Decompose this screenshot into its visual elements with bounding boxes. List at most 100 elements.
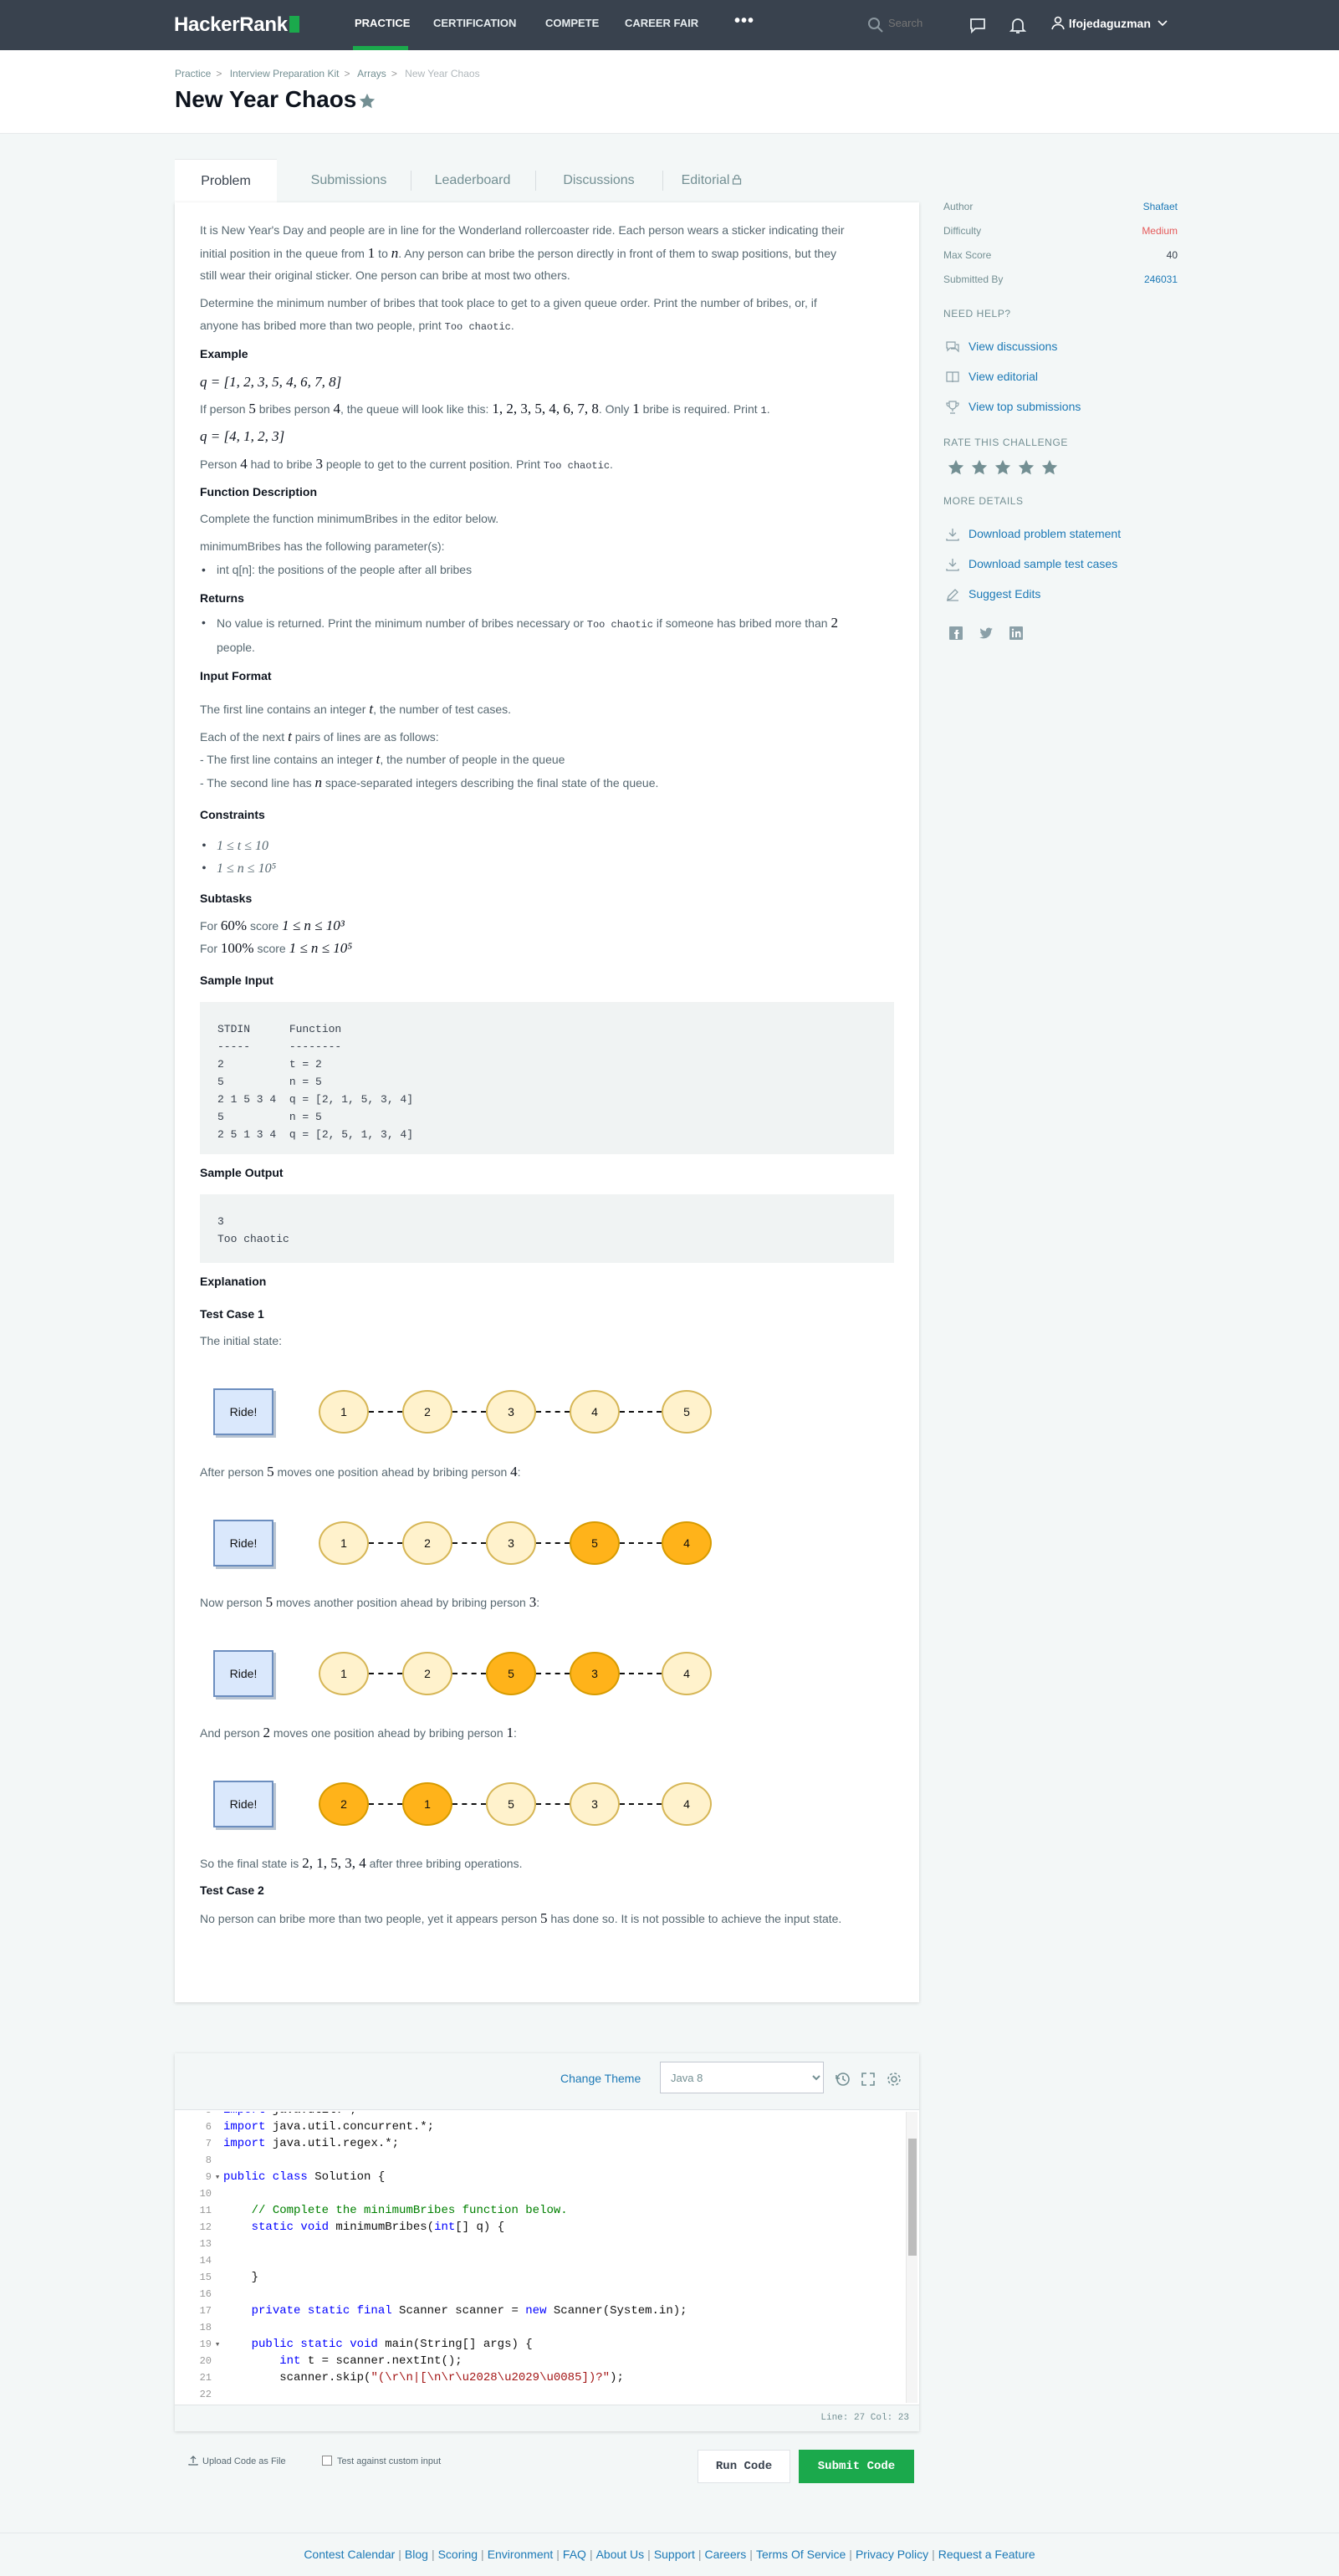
rating-star-icon[interactable]	[994, 458, 1012, 477]
footer-link[interactable]: About Us	[596, 2548, 645, 2561]
code-line[interactable]: 22	[175, 2386, 911, 2403]
upload-code-button[interactable]: Upload Code as File	[188, 2456, 286, 2466]
text: space-separated integers describing the …	[322, 776, 659, 790]
footer-link[interactable]: Environment	[488, 2548, 554, 2561]
facebook-icon[interactable]	[948, 626, 963, 641]
footer-link[interactable]: Blog	[405, 2548, 428, 2561]
notifications-bell-icon[interactable]	[1008, 15, 1028, 35]
fd-line-1: Complete the function minimumBribes in t…	[200, 512, 499, 525]
view-top-submissions-link[interactable]: View top submissions	[968, 400, 1081, 413]
code-line[interactable]: 6 import java.util.concurrent.*;	[175, 2119, 911, 2135]
more-menu-icon[interactable]: •••	[734, 12, 754, 31]
search-icon[interactable]	[866, 16, 885, 34]
breadcrumb: Practice > Interview Preparation Kit > Arr…	[175, 68, 480, 79]
footer-link[interactable]: Privacy Policy	[856, 2548, 928, 2561]
tab-leaderboard[interactable]: Leaderboard	[422, 159, 523, 202]
code-line[interactable]: 21 scanner.skip("(\r\n|[\n\r\u2028\u2029…	[175, 2369, 911, 2386]
search-input[interactable]	[888, 17, 955, 29]
fullscreen-icon[interactable]	[859, 2070, 877, 2088]
text: The first line contains an integer	[200, 703, 370, 716]
nav-practice[interactable]: PRACTICE	[355, 17, 410, 29]
cursor-position: Line: 27 Col: 23	[820, 2413, 909, 2423]
messages-icon[interactable]	[968, 15, 988, 35]
rating-star-icon[interactable]	[947, 458, 965, 477]
code-line[interactable]: 10	[175, 2185, 911, 2202]
checkbox-box[interactable]	[322, 2456, 332, 2466]
custom-input-checkbox[interactable]: Test against custom input	[322, 2456, 441, 2466]
suggest-edits-link[interactable]: Suggest Edits	[968, 587, 1040, 601]
code-line[interactable]: 5import java.util.*;	[175, 2112, 911, 2119]
language-select[interactable]: Java 8	[660, 2062, 824, 2093]
code-line[interactable]: 14	[175, 2252, 911, 2269]
math: 4	[333, 401, 340, 417]
tab-discussions[interactable]: Discussions	[549, 159, 649, 202]
code-line[interactable]: 20 int t = scanner.nextInt();	[175, 2353, 911, 2369]
nav-career-fair[interactable]: CAREER FAIR	[625, 17, 698, 29]
breadcrumb-interview-kit[interactable]: Interview Preparation Kit	[230, 68, 340, 79]
sample-output-heading: Sample Output	[200, 1166, 284, 1179]
footer-link[interactable]: Support	[654, 2548, 695, 2561]
nav-compete[interactable]: COMPETE	[545, 17, 599, 29]
footer-link[interactable]: Scoring	[438, 2548, 478, 2561]
lock-icon	[733, 174, 742, 185]
breadcrumb-arrays[interactable]: Arrays	[357, 68, 386, 79]
footer-link[interactable]: Careers	[705, 2548, 747, 2561]
queue-person-node: 4	[662, 1521, 712, 1565]
rating-star-icon[interactable]	[970, 458, 989, 477]
footer-link[interactable]: Contest Calendar	[304, 2548, 395, 2561]
code-editor[interactable]: 5import java.util.*;6import java.util.co…	[175, 2112, 911, 2403]
tab-submissions[interactable]: Submissions	[299, 159, 399, 202]
restore-code-icon[interactable]	[834, 2070, 852, 2088]
constraint-1: 1 ≤ t ≤ 10	[202, 835, 268, 857]
editor-scrollbar[interactable]	[906, 2112, 917, 2403]
breadcrumb-practice[interactable]: Practice	[175, 68, 211, 79]
footer-link[interactable]: FAQ	[563, 2548, 586, 2561]
footer-link[interactable]: Request a Feature	[938, 2548, 1035, 2561]
hackerrank-logo[interactable]: HackerRank	[174, 13, 299, 37]
code-line[interactable]: 9 ▾ public class Solution {	[175, 2169, 911, 2185]
download-sample-test-cases-link[interactable]: Download sample test cases	[968, 557, 1117, 570]
ride-box: Ride!	[213, 1650, 273, 1697]
code-line[interactable]: 16	[175, 2286, 911, 2303]
bookmark-star-icon[interactable]	[358, 92, 376, 110]
code-line[interactable]: 19 ▾ public static void main(String[] arg…	[175, 2336, 911, 2353]
nav-certification[interactable]: CERTIFICATION	[433, 17, 516, 29]
text: .	[610, 457, 613, 471]
linkedin-icon[interactable]	[1009, 626, 1024, 641]
code-line[interactable]: 7 import java.util.regex.*;	[175, 2135, 911, 2152]
queue-person-node: 1	[402, 1782, 452, 1826]
change-theme-link[interactable]: Change Theme	[560, 2072, 641, 2085]
code-line[interactable]: 17 private static final Scanner scanner …	[175, 2303, 911, 2319]
code-line[interactable]: 12 static void minimumBribes(int[] q) {	[175, 2219, 911, 2236]
queue-person-node: 3	[486, 1390, 536, 1434]
username: lfojedaguzman	[1068, 17, 1151, 30]
view-editorial-link[interactable]: View editorial	[968, 370, 1038, 383]
text: if someone has bribed more than	[652, 616, 831, 630]
view-discussions-link[interactable]: View discussions	[968, 340, 1057, 353]
code-line[interactable]: 13	[175, 2236, 911, 2252]
run-code-button[interactable]: Run Code	[698, 2450, 790, 2483]
tab-editorial[interactable]: Editorial	[674, 159, 749, 202]
rating-star-icon[interactable]	[1017, 458, 1035, 477]
code-line[interactable]: 8	[175, 2152, 911, 2169]
footer-separator: |	[749, 2548, 753, 2561]
detail-label: Submitted By	[943, 273, 1004, 285]
submitted-by-link[interactable]: 246031	[1144, 273, 1178, 285]
twitter-icon[interactable]	[979, 626, 994, 641]
download-problem-statement-link[interactable]: Download problem statement	[968, 527, 1121, 540]
code-line[interactable]: 15 }	[175, 2269, 911, 2286]
user-menu[interactable]: lfojedaguzman	[1050, 15, 1168, 30]
text: So the final state is	[200, 1857, 303, 1870]
queue-person-node: 3	[570, 1782, 620, 1826]
settings-gear-icon[interactable]	[885, 2070, 903, 2088]
submit-code-button[interactable]: Submit Code	[799, 2450, 914, 2483]
footer-link[interactable]: Terms Of Service	[756, 2548, 846, 2561]
code-line[interactable]: 18	[175, 2319, 911, 2336]
scrollbar-thumb[interactable]	[908, 2139, 917, 2256]
rating-star-icon[interactable]	[1040, 458, 1059, 477]
queue-person-node: 4	[662, 1782, 712, 1826]
footer-separator: |	[589, 2548, 593, 2561]
author-link[interactable]: Shafaet	[1143, 201, 1178, 212]
code-line[interactable]: 11 // Complete the minimumBribes functio…	[175, 2202, 911, 2219]
tab-problem[interactable]: Problem	[175, 159, 277, 202]
